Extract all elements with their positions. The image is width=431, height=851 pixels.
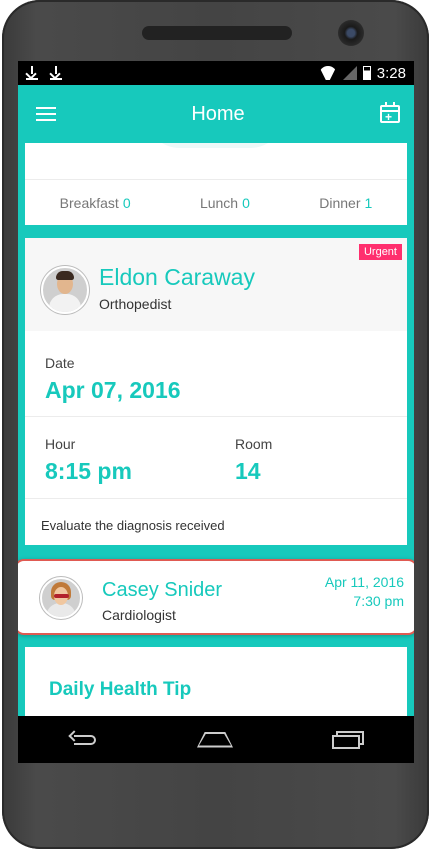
download-icon [50,66,62,80]
status-time: 3:28 [376,64,406,82]
hour-field: Hour 8:15 pm [45,436,132,484]
tip-title: Daily Health Tip [49,679,192,700]
hour-value: 8:15 pm [45,458,132,484]
battery-icon [362,66,371,80]
urgent-badge: Urgent [358,244,402,260]
date-value: Apr 07, 2016 [45,377,181,403]
status-bar: 3:28 [18,61,414,85]
app-bar: Home + [18,85,414,143]
android-nav-bar [18,716,414,763]
signal-icon [342,66,357,80]
meal-breakfast[interactable]: Breakfast 0 [60,195,131,211]
calendar-add-icon[interactable]: + [379,102,400,123]
recent-apps-icon[interactable] [332,730,365,749]
doctor-name: Eldon Caraway [99,264,255,290]
appointment-note: Evaluate the diagnosis received [41,518,225,533]
room-value: 14 [235,458,261,484]
date-field: Date Apr 07, 2016 [45,355,181,403]
health-tip-card[interactable]: Daily Health Tip [25,647,407,716]
phone-frame: 3:28 Home + Breakfast0 Lunch0 Dinner1 [2,0,429,849]
doctor-avatar [41,266,89,314]
appointment-card[interactable]: Urgent Eldon Caraway Orthopedist Date Ap… [25,238,407,545]
doctor-avatar [40,577,82,619]
back-icon[interactable] [68,732,98,748]
home-icon[interactable] [197,732,233,748]
appointment-datetime: Apr 11, 2016 7:30 pm [324,574,404,609]
appointment-header: Urgent Eldon Caraway Orthopedist [25,238,407,331]
page-title: Home [191,102,245,125]
next-appointment-card[interactable]: Casey Snider Cardiologist Apr 11, 2016 7… [18,559,414,635]
download-icon [26,66,38,80]
doctor-specialty: Orthopedist [99,296,172,312]
phone-screen: 3:28 Home + Breakfast0 Lunch0 Dinner1 [18,61,414,763]
meals-card: Breakfast 0 Lunch 0 Dinner 1 [25,143,407,225]
room-field: Room 14 [235,436,273,484]
meal-dinner[interactable]: Dinner 1 [319,195,372,211]
menu-icon[interactable] [36,107,56,121]
doctor-specialty: Cardiologist [102,607,176,623]
wifi-icon [319,66,337,80]
meal-lunch[interactable]: Lunch 0 [200,195,250,211]
progress-arc [145,143,285,148]
phone-speaker [142,26,292,40]
phone-camera [338,20,364,46]
doctor-name: Casey Snider [102,579,223,601]
scroll-content[interactable]: Breakfast 0 Lunch 0 Dinner 1 Urgent Eldon C… [18,143,414,716]
